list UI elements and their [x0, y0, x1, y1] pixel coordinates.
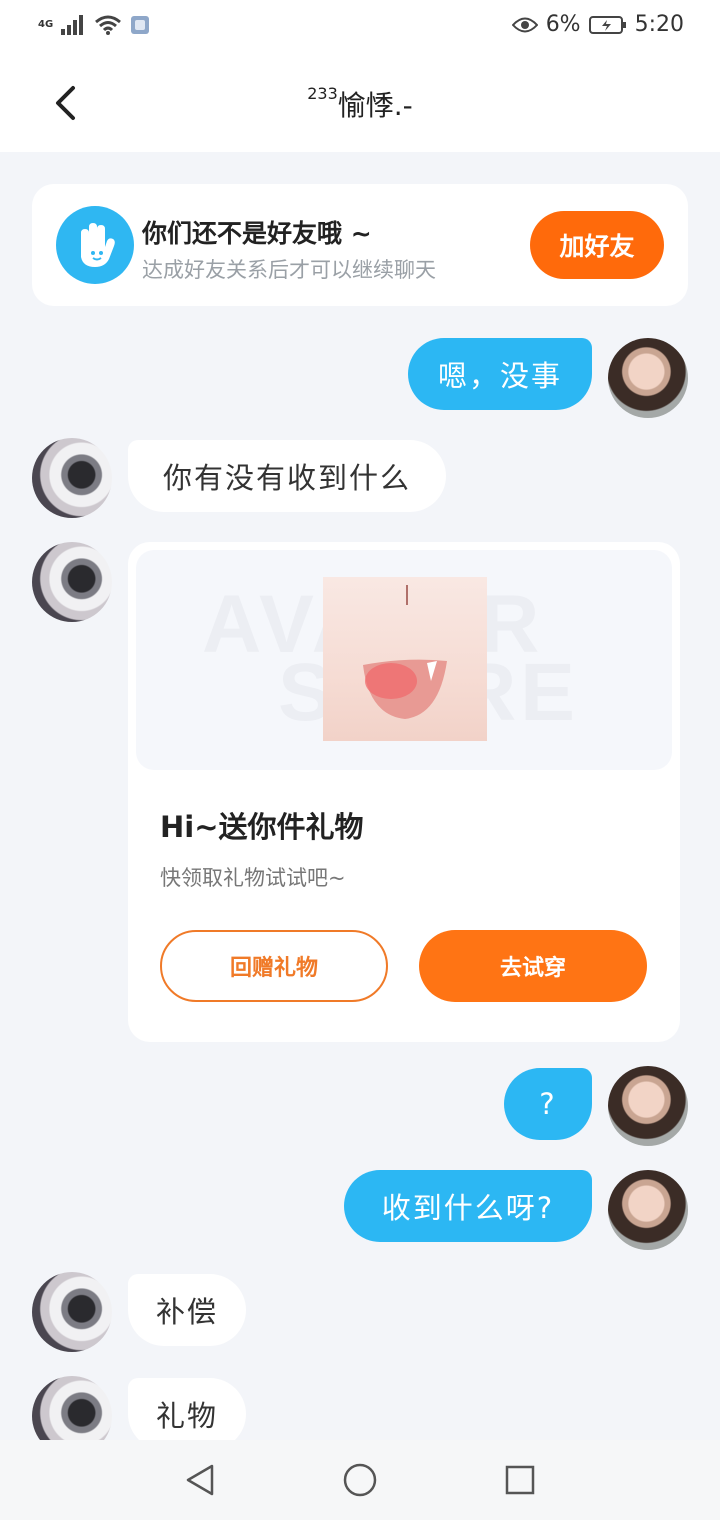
- nav-recents-button[interactable]: [500, 1460, 540, 1500]
- message-bubble-incoming[interactable]: 你有没有收到什么: [128, 440, 446, 512]
- return-gift-button[interactable]: 回赠礼物: [160, 930, 388, 1002]
- title-text: 愉悸.-: [337, 89, 413, 122]
- add-friend-button[interactable]: 加好友: [530, 211, 664, 279]
- status-right: 6% 5:20: [511, 12, 684, 37]
- battery-charging-icon: [588, 15, 626, 34]
- eye-icon: [511, 17, 538, 32]
- signal-icon: [61, 15, 83, 35]
- message-bubble-outgoing[interactable]: ?: [504, 1068, 592, 1140]
- notice-subtitle: 达成好友关系后才可以继续聊天: [142, 258, 436, 282]
- network-type: 4G: [38, 19, 54, 30]
- gift-title: Hi~送你件礼物: [160, 810, 364, 844]
- contact-avatar[interactable]: [32, 438, 112, 518]
- triangle-back-icon: [186, 1464, 214, 1496]
- status-bar: 4G 6% 5:20: [0, 0, 720, 56]
- contact-avatar[interactable]: [32, 1272, 112, 1352]
- page-title: 233愉悸.-: [0, 84, 720, 124]
- message-bubble-outgoing[interactable]: 嗯，没事: [408, 338, 592, 410]
- my-avatar[interactable]: [608, 1170, 688, 1250]
- circle-home-icon: [343, 1463, 377, 1497]
- gift-card[interactable]: AVATAR STORE Hi~送你件礼物 快领取礼物试试吧~ 回赠礼物 去试穿: [128, 542, 680, 1042]
- notice-title: 你们还不是好友哦 ~: [142, 219, 372, 248]
- app-notification-icon: [131, 16, 149, 34]
- friend-notice-card: 你们还不是好友哦 ~ 达成好友关系后才可以继续聊天 加好友: [32, 184, 688, 306]
- nav-home-button[interactable]: [340, 1460, 380, 1500]
- message-bubble-incoming[interactable]: 补偿: [128, 1274, 246, 1346]
- system-nav-bar: [0, 1440, 720, 1520]
- nav-back-button[interactable]: [180, 1460, 220, 1500]
- title-bar: 233愉悸.-: [0, 56, 720, 152]
- gift-banner: AVATAR STORE: [136, 550, 672, 770]
- my-avatar[interactable]: [608, 338, 688, 418]
- gift-description: 快领取礼物试试吧~: [160, 866, 346, 890]
- battery-percent: 6%: [545, 12, 581, 37]
- square-recents-icon: [505, 1465, 535, 1495]
- contact-avatar[interactable]: [32, 542, 112, 622]
- title-superscript: 233: [307, 83, 338, 103]
- clock: 5:20: [634, 12, 684, 37]
- my-avatar[interactable]: [608, 1066, 688, 1146]
- try-on-button[interactable]: 去试穿: [419, 930, 647, 1002]
- wifi-icon: [95, 15, 121, 35]
- gift-image[interactable]: [323, 577, 487, 741]
- message-bubble-outgoing[interactable]: 收到什么呀?: [344, 1170, 592, 1242]
- hand-wave-icon: [56, 206, 134, 284]
- status-left: 4G: [38, 14, 150, 36]
